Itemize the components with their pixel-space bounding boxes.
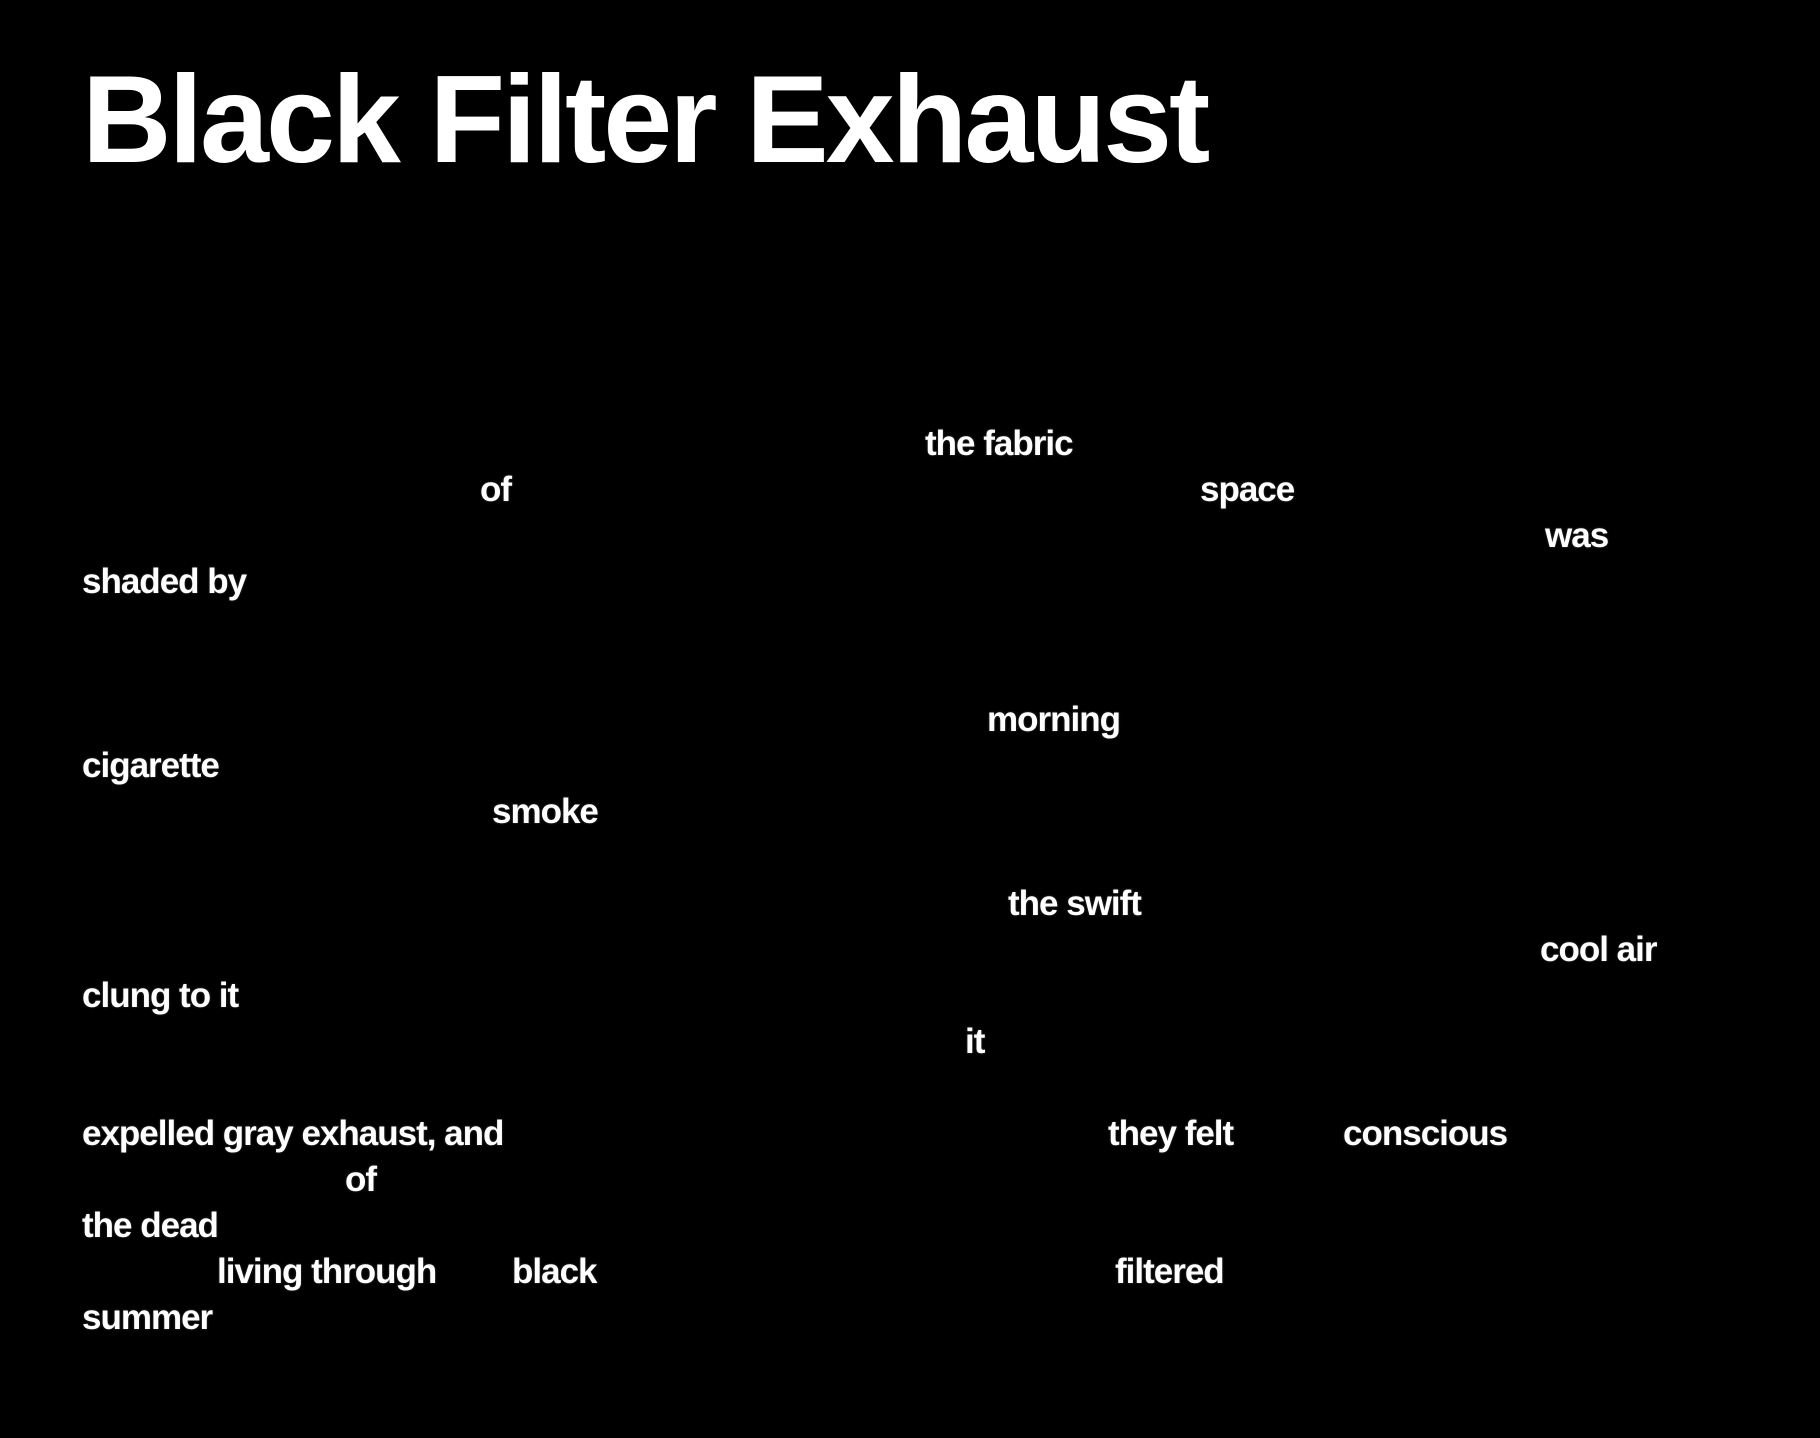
poem-word: of xyxy=(345,1160,377,1199)
poem-word: they felt xyxy=(1108,1114,1234,1153)
poem-word: smoke xyxy=(492,792,599,831)
poem-word: the swift xyxy=(1008,884,1142,923)
poem-word: clung to it xyxy=(82,976,239,1015)
poem-title: Black Filter Exhaust xyxy=(82,51,1210,189)
poem-word: morning xyxy=(987,700,1121,739)
poem-word: it xyxy=(965,1022,985,1061)
poem-word: conscious xyxy=(1343,1114,1508,1153)
poem-word: cool air xyxy=(1540,930,1657,969)
poem-word: the dead xyxy=(82,1206,219,1245)
poem-word: living through xyxy=(217,1252,437,1291)
poem-word: cigarette xyxy=(82,746,220,785)
poem-page: Black Filter Exhaust the fabric of space… xyxy=(0,0,1820,1438)
poem-word: shaded by xyxy=(82,562,247,601)
poem-word: of xyxy=(480,470,512,509)
poem-word: was xyxy=(1545,516,1609,555)
poem-word: filtered xyxy=(1115,1252,1225,1291)
poem-word: the fabric xyxy=(925,424,1074,463)
poem-word: summer xyxy=(82,1298,213,1337)
poem-word: black xyxy=(512,1252,597,1291)
poem-word: space xyxy=(1200,470,1295,509)
poem-word: expelled gray exhaust, and xyxy=(82,1114,504,1153)
